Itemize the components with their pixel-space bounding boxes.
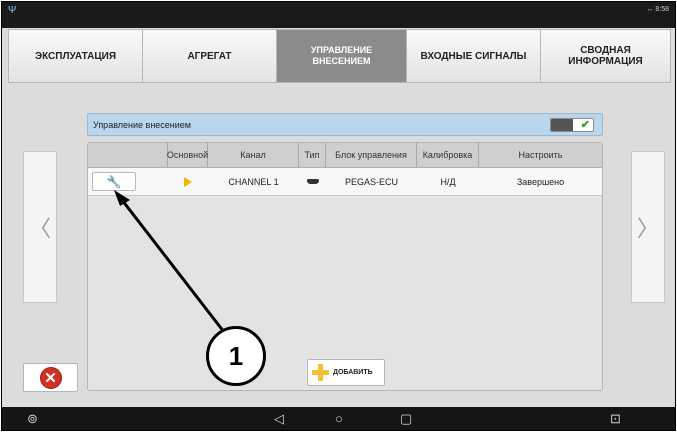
callout-arrow (114, 190, 226, 333)
callout-number: 1 (206, 326, 266, 386)
app-frame: Ψ ↔ 8:58 ЭКСПЛУАТАЦИЯ АГРЕГАТ УПРАВЛЕНИЕ… (1, 1, 676, 431)
